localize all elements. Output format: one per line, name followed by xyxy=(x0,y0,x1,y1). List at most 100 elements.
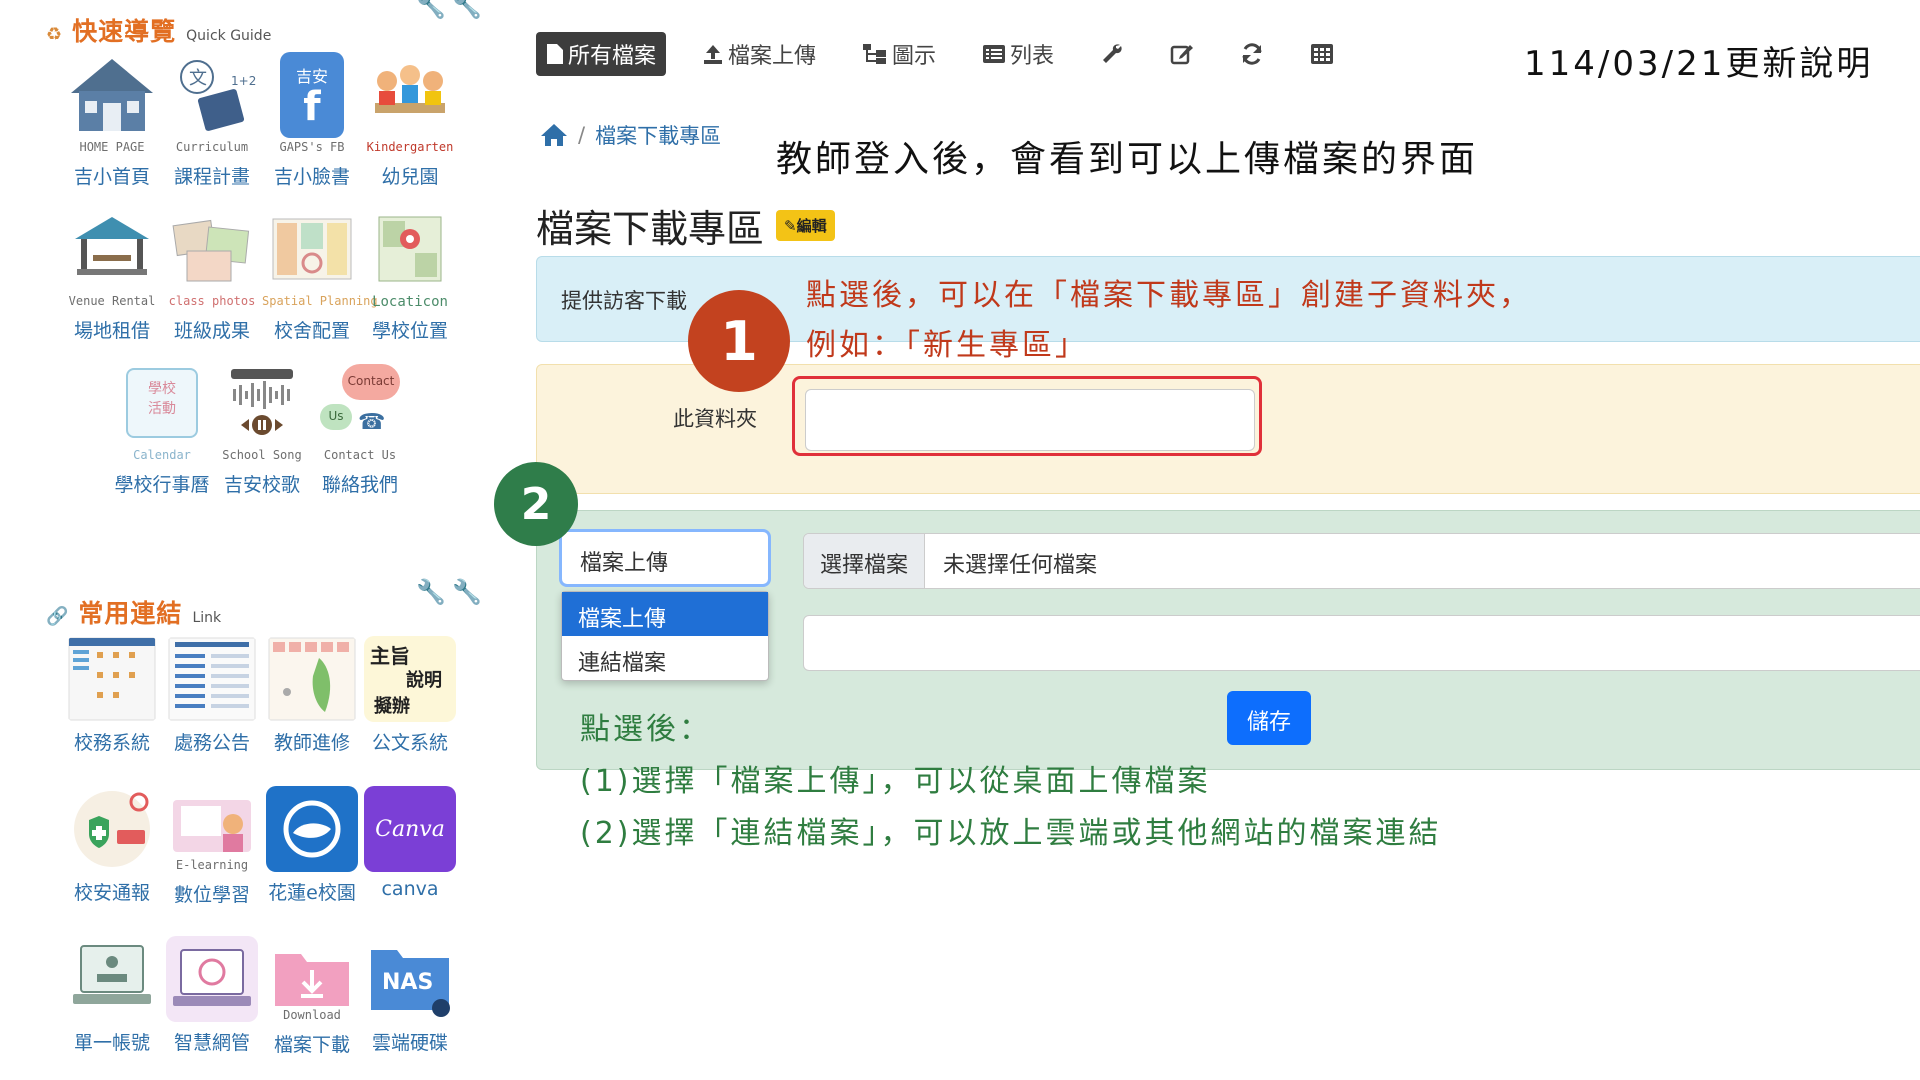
option-link-file[interactable]: 連結檔案 xyxy=(562,636,768,680)
tile-hualien-campus[interactable]: 花蓮e校園 xyxy=(262,786,362,905)
tile-label[interactable]: 雲端硬碟 xyxy=(360,1028,460,1055)
tile-label[interactable]: 數位學習 xyxy=(162,880,262,907)
upload-button[interactable]: 檔案上傳 xyxy=(692,32,826,76)
tile-label[interactable]: 校安通報 xyxy=(62,878,162,905)
tile-label[interactable]: 吉小臉書 xyxy=(262,162,362,189)
leaf-icon: ♻ xyxy=(46,24,63,45)
intro-annotation: 教師登入後，會看到可以上傳檔案的界面 xyxy=(776,139,1479,180)
breadcrumb-separator: / xyxy=(578,123,586,147)
tile-label[interactable]: 教師進修 xyxy=(262,728,362,755)
tile-caption: Venue Rental xyxy=(68,294,156,308)
tile-school-song[interactable]: School Song 吉安校歌 xyxy=(212,360,312,497)
us-bubble-text: Us xyxy=(320,404,352,430)
upload-type-select[interactable]: 檔案上傳 xyxy=(559,529,771,587)
nas-label: NAS xyxy=(382,970,434,995)
house-icon xyxy=(66,52,158,138)
tile-canva[interactable]: Canva canva xyxy=(360,786,460,900)
refresh-icon xyxy=(1242,43,1262,65)
tile-label[interactable]: 吉安校歌 xyxy=(212,470,312,497)
tile-single-account[interactable]: 單一帳號 xyxy=(62,936,162,1055)
all-files-button[interactable]: 所有檔案 xyxy=(536,32,667,76)
floorplan-icon xyxy=(266,206,358,292)
step2-annotation-line3: (2)選擇「連結檔案」，可以放上雲端或其他網站的檔案連結 xyxy=(580,816,1442,851)
wrench-icon[interactable]: 🔧 xyxy=(416,0,446,20)
tile-label[interactable]: canva xyxy=(360,878,460,900)
wrench-icon[interactable]: 🔧 xyxy=(416,578,446,606)
tile-label[interactable]: 校務系統 xyxy=(62,728,162,755)
edit-button[interactable] xyxy=(1160,32,1204,76)
tile-cloud-drive[interactable]: NAS 雲端硬碟 xyxy=(360,936,460,1055)
network-laptop-icon xyxy=(166,936,258,1022)
kids-icon xyxy=(364,52,456,138)
tile-teacher-training[interactable]: 教師進修 xyxy=(262,636,362,755)
tile-file-download[interactable]: Download 檔案下載 xyxy=(262,936,362,1057)
file-status: 未選擇任何檔案 xyxy=(943,553,1098,578)
tile-label[interactable]: 智慧網管 xyxy=(162,1028,262,1055)
contact-bubble-text: Contact xyxy=(342,364,400,400)
announcement-thumb-icon xyxy=(166,636,258,722)
tile-home-page[interactable]: HOME PAGE 吉小首頁 xyxy=(62,52,162,189)
step-2-marker: 2 xyxy=(494,462,578,546)
upload-type-dropdown: 檔案上傳 連結檔案 xyxy=(561,591,769,681)
option-file-upload[interactable]: 檔案上傳 xyxy=(562,592,768,636)
home-icon[interactable] xyxy=(540,123,568,147)
choose-file-button[interactable]: 選擇檔案 xyxy=(804,534,926,588)
tile-kindergarten[interactable]: Kindergarten 幼兒園 xyxy=(360,52,460,189)
tile-venue-rental[interactable]: Venue Rental 場地租借 xyxy=(62,206,162,343)
photos-icon xyxy=(166,206,258,292)
tile-contact-us[interactable]: Contact Us ☎ Contact Us 聯絡我們 xyxy=(310,360,410,497)
tile-label[interactable]: 檔案下載 xyxy=(262,1030,362,1057)
safety-icon xyxy=(66,786,158,872)
elearning-icon xyxy=(166,786,258,872)
tile-smart-network[interactable]: 智慧網管 xyxy=(162,936,262,1055)
edit-badge[interactable]: ✎編輯 xyxy=(776,210,835,241)
icon-view-button[interactable]: 圖示 xyxy=(852,32,946,76)
tile-location[interactable]: Locaticon 學校位置 xyxy=(360,206,460,343)
tile-calendar[interactable]: 學校 活動 Calendar 學校行事曆 xyxy=(112,360,212,497)
canva-logo-icon: Canva xyxy=(364,786,456,872)
page-title: 檔案下載專區 xyxy=(536,207,765,251)
tile-label[interactable]: 學校行事曆 xyxy=(112,470,212,497)
tile-document-system[interactable]: 主旨 說明 擬辦 公文系統 xyxy=(360,636,460,755)
tile-label[interactable]: 校舍配置 xyxy=(262,316,362,343)
tile-facebook[interactable]: 吉安 f GAPS's FB 吉小臉書 xyxy=(262,52,362,189)
tile-label[interactable]: 學校位置 xyxy=(360,316,460,343)
file-picker[interactable]: 選擇檔案 未選擇任何檔案 xyxy=(803,533,1920,589)
link-url-input[interactable] xyxy=(803,615,1920,671)
tile-announcements[interactable]: 處務公告 xyxy=(162,636,262,755)
list-view-label: 列表 xyxy=(1010,44,1055,69)
edit-icon xyxy=(1170,45,1194,65)
tile-label[interactable]: 單一帳號 xyxy=(62,1028,162,1055)
map-pin-icon xyxy=(364,206,456,292)
tile-e-learning[interactable]: E-learning 數位學習 xyxy=(162,786,262,907)
all-files-label: 所有檔案 xyxy=(568,44,657,69)
tile-curriculum[interactable]: 文 1+2 Curriculum 課程計畫 xyxy=(162,52,262,189)
tile-label[interactable]: 公文系統 xyxy=(360,728,460,755)
breadcrumb-current[interactable]: 檔案下載專區 xyxy=(595,120,721,150)
grid-view-button[interactable] xyxy=(1300,32,1344,76)
tile-label[interactable]: 處務公告 xyxy=(162,728,262,755)
tile-school-system[interactable]: 校務系統 xyxy=(62,636,162,755)
tile-label[interactable]: 花蓮e校園 xyxy=(262,878,362,905)
links-header: 🔗 常用連結 Link xyxy=(46,594,221,630)
tile-label[interactable]: 班級成果 xyxy=(162,316,262,343)
settings-button[interactable] xyxy=(1090,32,1134,76)
save-button[interactable]: 儲存 xyxy=(1227,691,1311,745)
tile-caption: Curriculum xyxy=(175,140,249,154)
link-icon: 🔗 xyxy=(46,606,69,627)
refresh-button[interactable] xyxy=(1230,32,1274,76)
tile-spatial-planning[interactable]: Spatial Planning 校舍配置 xyxy=(262,206,378,343)
facebook-icon: 吉安 f xyxy=(280,52,344,138)
tile-label[interactable]: 聯絡我們 xyxy=(310,470,410,497)
tile-label[interactable]: 幼兒園 xyxy=(360,162,460,189)
tile-class-photos[interactable]: class photos 班級成果 xyxy=(162,206,262,343)
tile-caption: HOME PAGE xyxy=(79,140,145,154)
list-view-button[interactable]: 列表 xyxy=(972,32,1064,76)
tile-safety-report[interactable]: 校安通報 xyxy=(62,786,162,905)
icon-view-label: 圖示 xyxy=(892,44,937,69)
tile-label[interactable]: 吉小首頁 xyxy=(62,162,162,189)
tile-label[interactable]: 場地租借 xyxy=(62,316,162,343)
doc-tile-line2: 說明 xyxy=(406,670,442,691)
tile-label[interactable]: 課程計畫 xyxy=(162,162,262,189)
book-icon: 文 1+2 xyxy=(166,52,258,138)
